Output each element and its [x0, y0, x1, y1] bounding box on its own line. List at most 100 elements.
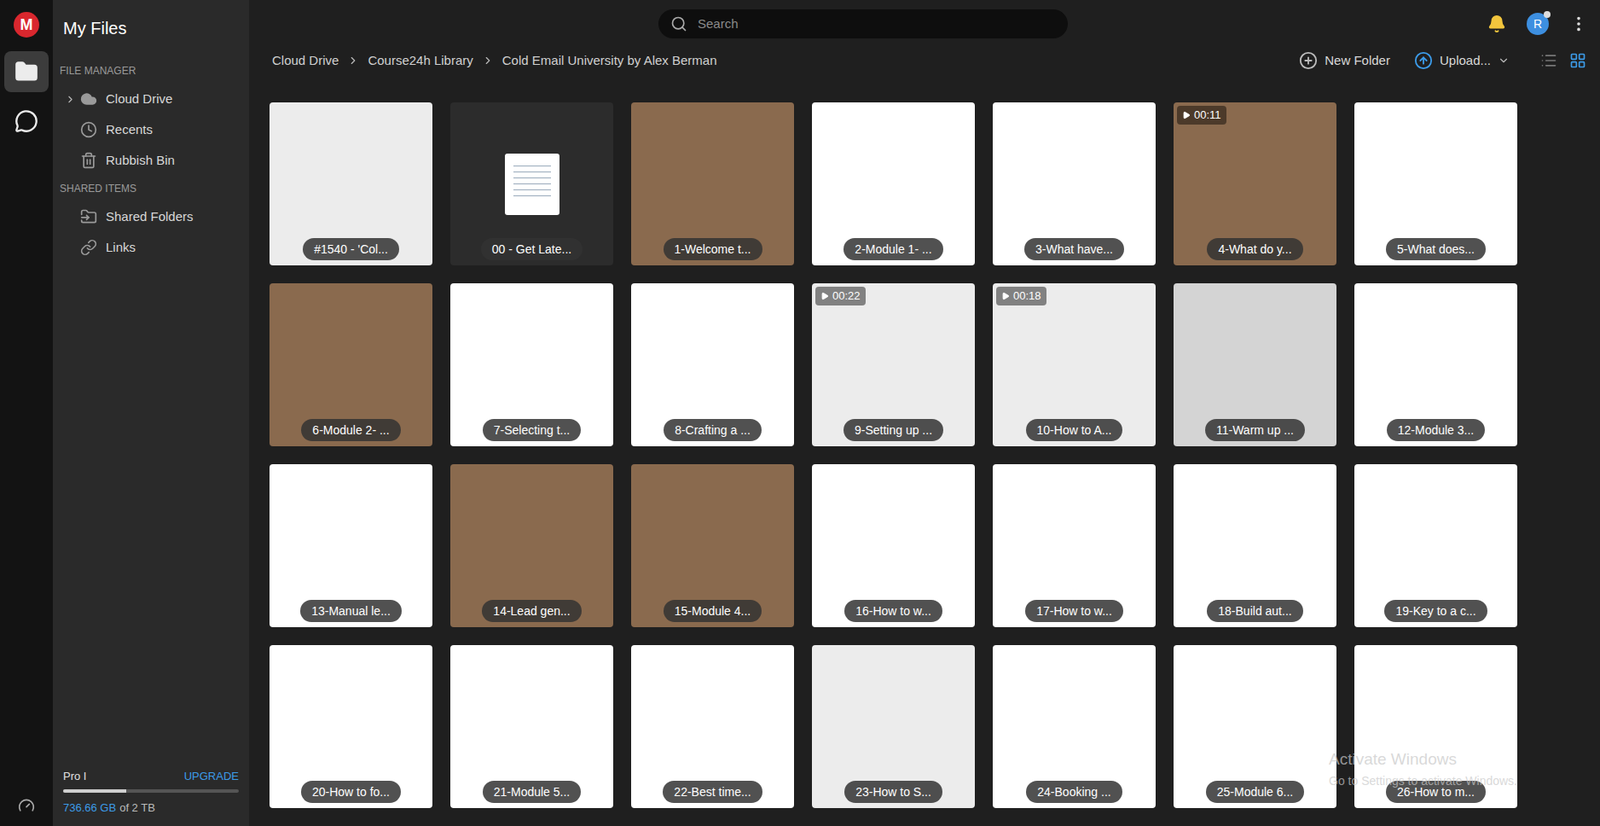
app: MMy FilesFILE MANAGERCloud DriveRecentsR…	[0, 0, 1600, 826]
file-name: 22-Best time...	[662, 780, 762, 803]
sidebar-item[interactable]: Rubbish Bin	[52, 144, 250, 176]
file-name: 14-Lead gen...	[481, 599, 581, 622]
breadcrumb-item[interactable]: Course24h Library	[367, 51, 473, 71]
duration-badge: 00:11	[1176, 105, 1227, 125]
list-view-button[interactable]	[1540, 52, 1558, 70]
file-name: 11-Warm up ...	[1205, 418, 1305, 441]
sidebar-item[interactable]: Recents	[52, 114, 250, 145]
file-tile[interactable]: 13-Manual le...	[269, 463, 433, 627]
file-name: 23-How to S...	[844, 780, 943, 803]
storage-panel: Pro IUPGRADE736.66 GBof 2 TB	[52, 767, 250, 826]
duration-badge: 00:18	[996, 286, 1047, 306]
toolbar: Cloud Drive Course24h Library Cold Email U…	[249, 47, 1600, 74]
bin-icon	[80, 151, 98, 169]
file-tile[interactable]: 25-Module 6...	[1173, 644, 1337, 808]
file-tile[interactable]: 24-Booking ...	[992, 644, 1156, 808]
section-heading: SHARED ITEMS	[52, 180, 250, 197]
sidebar-item[interactable]: Links	[52, 231, 250, 263]
file-tile[interactable]: 16-How to w...	[811, 463, 975, 627]
file-tile[interactable]: 12-Module 3...	[1354, 283, 1518, 447]
status-icon[interactable]	[17, 796, 35, 814]
file-name: 13-Manual le...	[300, 599, 402, 622]
file-tile[interactable]: 15-Module 4...	[631, 463, 795, 627]
file-name: 12-Module 3...	[1386, 418, 1486, 441]
file-name: 8-Crafting a ...	[663, 418, 762, 441]
file-tile[interactable]: 19-Key to a c...	[1354, 463, 1518, 627]
file-name: 4-What do y...	[1206, 237, 1303, 261]
file-name: 9-Setting up ...	[843, 418, 944, 441]
file-tile[interactable]: #1540 - 'Col...	[269, 102, 433, 266]
section-heading: FILE MANAGER	[52, 63, 250, 79]
file-tile[interactable]: 17-How to w...	[992, 463, 1156, 627]
file-name: #1540 - 'Col...	[302, 237, 400, 261]
expand-icon[interactable]	[64, 93, 76, 105]
file-tile[interactable]: 00:1810-How to A...	[992, 283, 1156, 447]
file-name: 15-Module 4...	[663, 599, 763, 622]
file-tile[interactable]: 3-What have...	[992, 102, 1156, 266]
status-dot	[1543, 11, 1551, 18]
cloud-icon	[80, 90, 98, 108]
file-name: 20-How to fo...	[301, 780, 401, 803]
links-icon	[80, 238, 98, 256]
file-name: 2-Module 1- ...	[843, 237, 943, 261]
storage-total: of 2 TB	[119, 799, 156, 817]
search-field[interactable]: Search	[658, 9, 1068, 39]
sidebar-item[interactable]: Cloud Drive	[52, 83, 250, 115]
duration-badge: 00:22	[815, 286, 866, 306]
upload-button[interactable]: Upload...	[1414, 51, 1510, 71]
file-tile[interactable]: 23-How to S...	[811, 644, 975, 808]
shared-icon	[80, 208, 98, 226]
storage-bar	[63, 788, 239, 793]
rail-button[interactable]	[4, 100, 49, 142]
new-folder-button[interactable]: New Folder	[1298, 51, 1391, 71]
file-tile[interactable]: 18-Build aut...	[1173, 463, 1337, 627]
separator-icon	[347, 54, 360, 67]
file-tile[interactable]: 21-Module 5...	[450, 644, 614, 808]
top-bar: SearchR	[249, 0, 1600, 48]
upgrade-link[interactable]: UPGRADE	[184, 767, 239, 785]
menu-icon[interactable]	[1569, 14, 1589, 34]
breadcrumb-item[interactable]: Cold Email University by Alex Berman	[502, 51, 718, 71]
file-tile[interactable]: 1-Welcome t...	[631, 102, 795, 266]
file-tile[interactable]: 26-How to m...	[1354, 644, 1518, 808]
play-icon	[820, 291, 829, 301]
file-name: 6-Module 2- ...	[301, 418, 400, 441]
play-icon	[1001, 291, 1010, 301]
file-tile[interactable]: 00:22 9-Setting up ...	[811, 283, 975, 447]
file-tile[interactable]: 5-What does...	[1354, 102, 1518, 266]
file-tile[interactable]: 14-Lead gen...	[450, 463, 614, 627]
bell-icon[interactable]	[1487, 14, 1507, 34]
file-name: 21-Module 5...	[482, 780, 582, 803]
file-tile[interactable]: 22-Best time...	[631, 644, 795, 808]
file-name: 3-What have...	[1024, 237, 1125, 261]
play-icon	[1182, 110, 1191, 120]
file-tile[interactable]: 00:11 4-What do y...	[1173, 102, 1337, 266]
file-name: 25-Module 6...	[1205, 780, 1305, 803]
file-tile[interactable]: 6-Module 2- ...	[269, 283, 433, 447]
file-name: 19-Key to a c...	[1384, 599, 1487, 622]
file-tile[interactable]: 20-How to fo...	[269, 644, 433, 808]
folder-icon	[14, 59, 39, 84]
grid-view-button[interactable]	[1569, 52, 1587, 70]
file-name: 16-How to w...	[844, 599, 943, 622]
file-tile[interactable]: 8-Crafting a ...	[631, 283, 795, 447]
file-grid: #1540 - 'Col... 00 - Get Late...1-Welcome…	[249, 73, 1600, 808]
list-icon	[1540, 52, 1558, 70]
upload-icon	[1414, 51, 1433, 70]
activation-watermark: Activate WindowsGo to Settings to activa…	[1328, 747, 1518, 790]
file-tile[interactable]: 2-Module 1- ...	[811, 102, 975, 266]
file-tile[interactable]: 00 - Get Late...	[450, 102, 614, 266]
file-tile[interactable]: 7-Selecting t...	[450, 283, 614, 447]
plan-name: Pro I	[63, 767, 87, 785]
mega-logo[interactable]: M	[13, 11, 40, 38]
rail-button[interactable]	[4, 51, 49, 93]
document-icon	[504, 153, 560, 215]
file-name: 26-How to m...	[1385, 780, 1486, 803]
breadcrumb: Cloud Drive Course24h Library Cold Email U…	[272, 51, 718, 71]
file-name: 24-Booking ...	[1026, 780, 1122, 803]
sidebar: My FilesFILE MANAGERCloud DriveRecentsRu…	[52, 0, 250, 826]
sidebar-item[interactable]: Shared Folders	[52, 201, 250, 232]
plus-icon	[1298, 51, 1318, 70]
breadcrumb-item[interactable]: Cloud Drive	[272, 51, 339, 71]
file-tile[interactable]: 11-Warm up ...	[1173, 283, 1337, 447]
